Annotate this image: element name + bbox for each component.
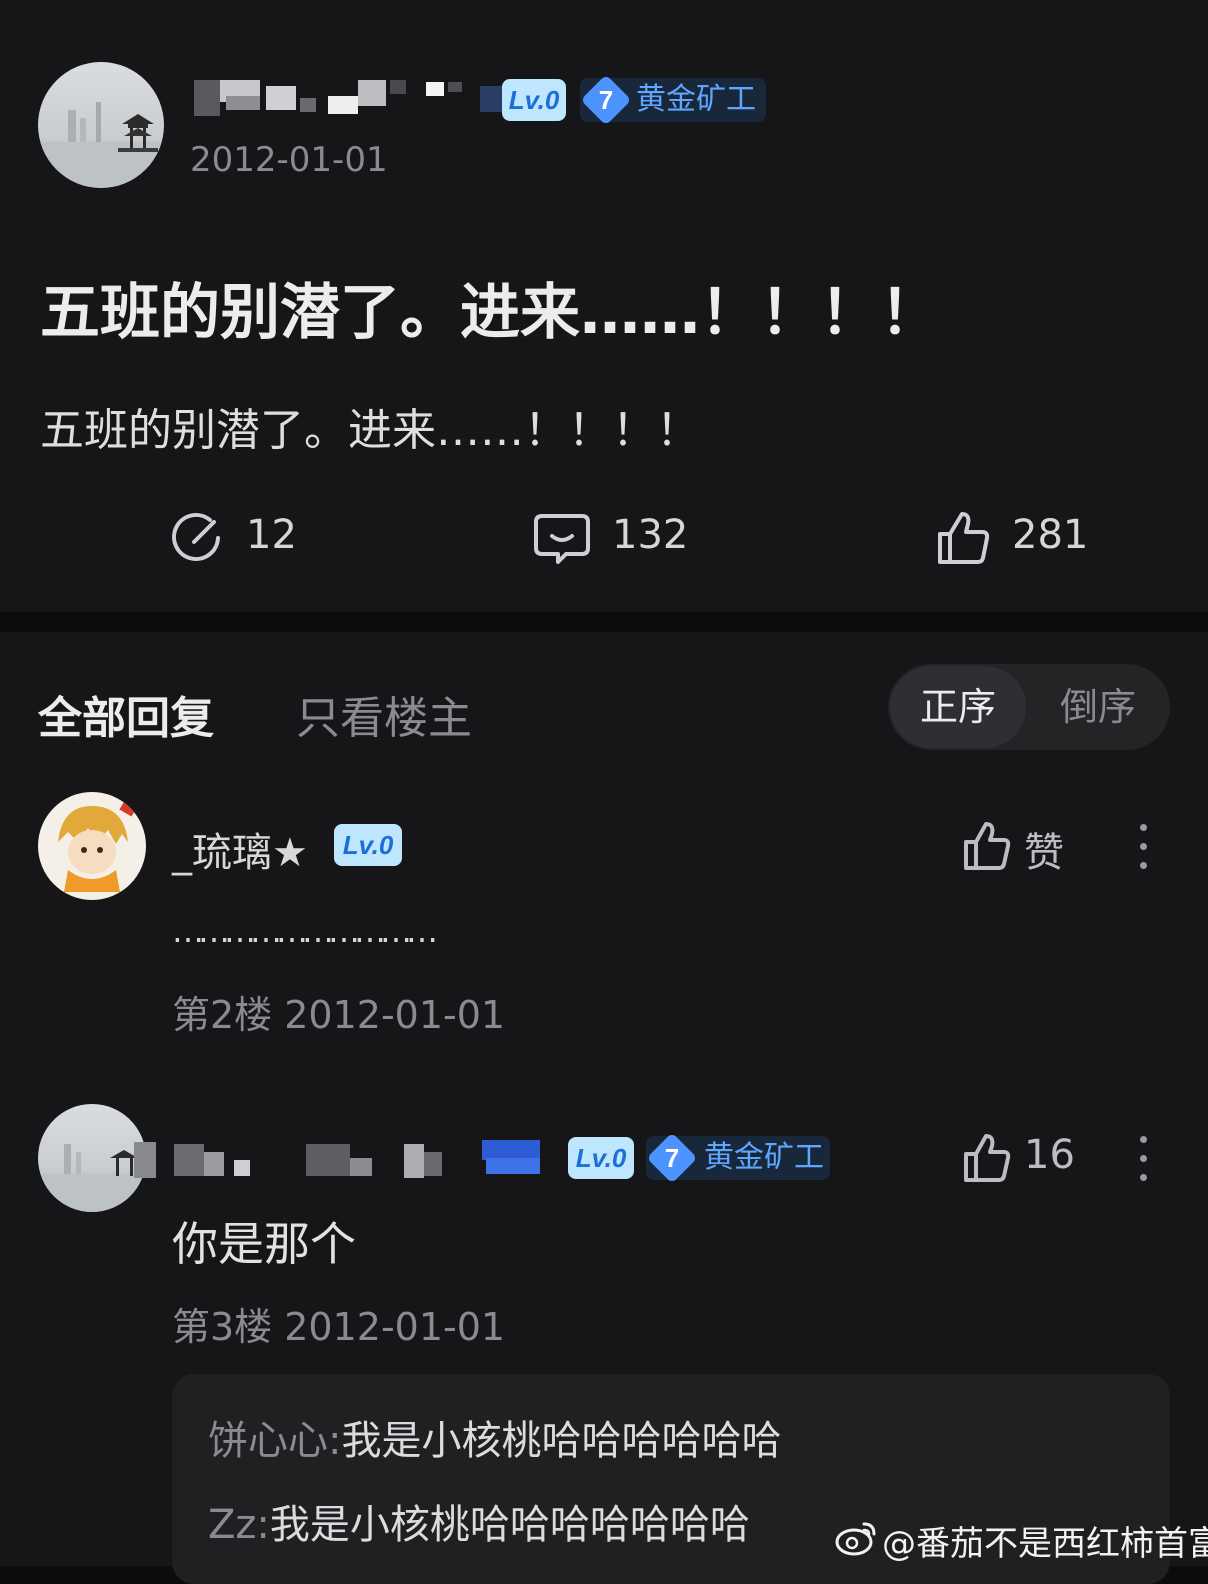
reply-username[interactable]: _琉璃★ xyxy=(172,820,308,878)
comment-icon xyxy=(534,514,590,564)
reply-content: 你是那个 xyxy=(172,1217,356,1271)
tier-number: 7 xyxy=(664,1143,680,1173)
sort-ascending-button[interactable]: 正序 xyxy=(890,666,1026,748)
comment-button[interactable]: 132 xyxy=(532,506,712,568)
level-badge: Lv.0 xyxy=(502,79,566,121)
author-name-redacted[interactable] xyxy=(190,74,510,120)
sub-reply: Zz:我是小核桃哈哈哈哈哈哈哈 xyxy=(208,1492,750,1550)
level-badge: Lv.0 xyxy=(334,824,402,866)
more-options-icon[interactable] xyxy=(1132,822,1156,872)
reply-avatar[interactable] xyxy=(38,792,146,900)
thumbs-up-icon xyxy=(964,1134,1011,1182)
replies-card: 全部回复 只看楼主 正序 倒序 _琉璃★ Lv.0 赞 ………………………… 第… xyxy=(0,632,1208,1584)
reply-like-count: 16 xyxy=(1024,1132,1075,1178)
skyline-image xyxy=(38,102,164,188)
weibo-logo-icon xyxy=(835,1522,876,1556)
like-button[interactable]: 281 xyxy=(934,506,1114,568)
reply-like-button[interactable]: 16 xyxy=(962,1130,1082,1186)
sort-toggle: 正序 倒序 xyxy=(888,664,1170,750)
thumbs-up-icon xyxy=(938,512,990,564)
sort-ascending-label: 正序 xyxy=(919,685,996,729)
sub-reply-author[interactable]: 饼心心 xyxy=(208,1418,328,1464)
sub-reply-separator: : xyxy=(256,1502,270,1548)
watermark-text: @番茄不是西红柿首富 xyxy=(882,1524,1208,1564)
post-date: 2012-01-01 xyxy=(190,140,388,180)
comment-count: 132 xyxy=(612,512,689,558)
sub-reply-separator: : xyxy=(328,1418,342,1464)
sub-reply-author[interactable]: Zz xyxy=(208,1502,256,1548)
tier-badge: 7 黄金矿工 xyxy=(646,1132,830,1184)
like-count: 281 xyxy=(1012,512,1089,558)
sort-descending-label: 倒序 xyxy=(1059,685,1136,729)
reply-content: ………………………… xyxy=(172,912,438,950)
reply-username-redacted[interactable] xyxy=(130,1138,560,1182)
level-badge: Lv.0 xyxy=(568,1137,634,1179)
post-body: 五班的别潜了。进来……！！！！ xyxy=(40,405,700,456)
share-icon xyxy=(172,512,220,561)
sub-reply-text: 我是小核桃哈哈哈哈哈哈 xyxy=(341,1418,782,1464)
anime-avatar-image xyxy=(58,797,139,892)
tab-op-only[interactable]: 只看楼主 xyxy=(296,682,472,746)
thumbs-up-icon xyxy=(964,822,1011,870)
reply-like-label: 赞 xyxy=(1024,830,1064,876)
tier-badge: 7 黄金矿工 xyxy=(580,74,766,126)
share-button[interactable]: 12 xyxy=(166,506,326,568)
sub-reply-text: 我是小核桃哈哈哈哈哈哈哈 xyxy=(269,1502,750,1548)
reply-meta: 第3楼 2012-01-01 xyxy=(172,1305,506,1349)
post-title: 五班的别潜了。进来……！！！！ xyxy=(40,278,940,348)
tier-label: 黄金矿工 xyxy=(636,82,756,117)
post-card: Lv.0 7 黄金矿工 2012-01-01 五班的别潜了。进来……！！！！ 五… xyxy=(0,0,1208,612)
tab-all-replies[interactable]: 全部回复 xyxy=(38,682,214,746)
reply-meta: 第2楼 2012-01-01 xyxy=(172,993,506,1037)
sub-reply: 饼心心:我是小核桃哈哈哈哈哈哈 xyxy=(208,1408,781,1466)
sort-descending-button[interactable]: 倒序 xyxy=(1028,666,1168,748)
share-count: 12 xyxy=(246,512,297,558)
reply-like-button[interactable]: 赞 xyxy=(962,818,1082,876)
more-options-icon[interactable] xyxy=(1132,1134,1156,1184)
tier-label: 黄金矿工 xyxy=(704,1140,824,1175)
author-avatar[interactable] xyxy=(38,62,164,188)
tier-number: 7 xyxy=(598,85,614,115)
